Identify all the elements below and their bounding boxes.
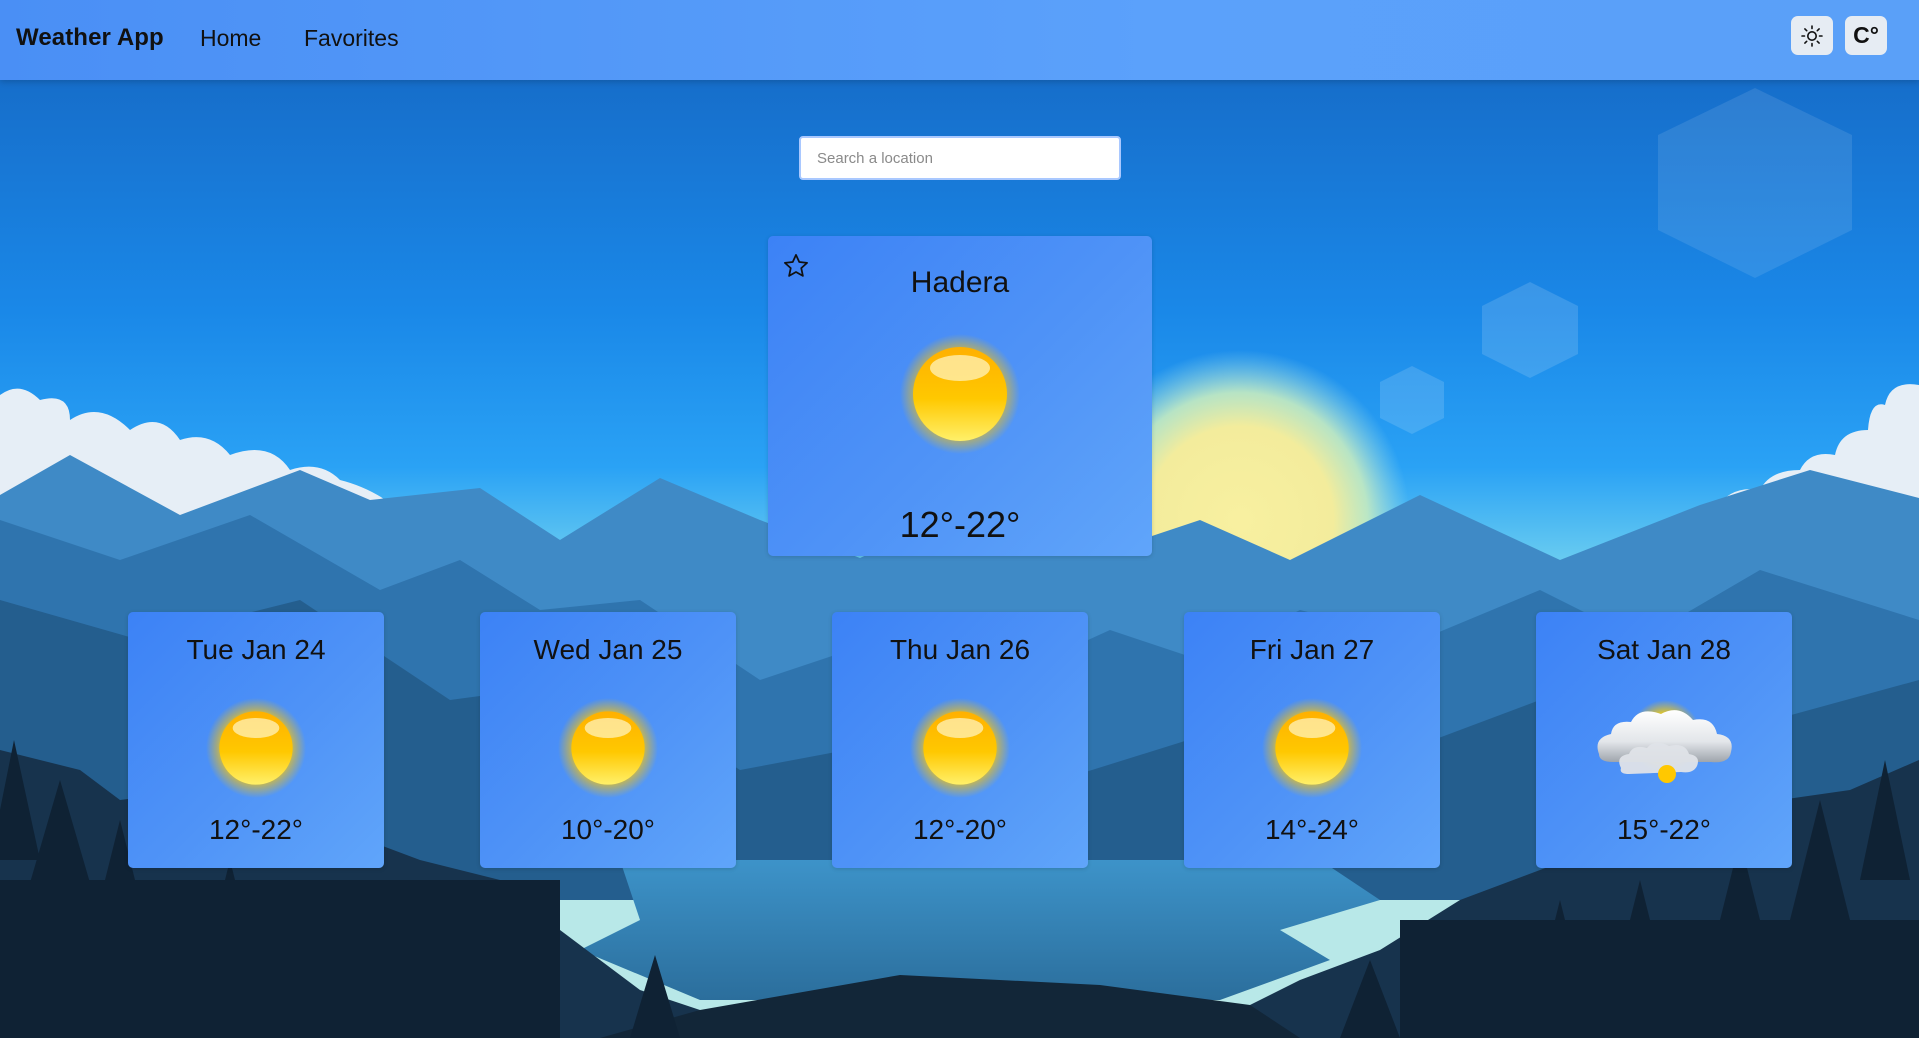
nav-link-favorites[interactable]: Favorites <box>304 25 399 52</box>
forecast-day: Tue Jan 24 <box>186 634 326 665</box>
forecast-temp-range: 14°-24° <box>1264 814 1359 845</box>
forecast-card: Fri Jan 27 14°-24° <box>1184 612 1440 868</box>
forecast-temp-range: 12°-22° <box>208 814 303 845</box>
current-weather-card: Hadera 12°-22° <box>768 236 1152 556</box>
unit-toggle-button[interactable]: C° <box>1845 16 1887 55</box>
forecast-temp-range: 10°-20° <box>560 814 655 845</box>
city-name: Hadera <box>910 266 1010 299</box>
theme-toggle-button[interactable] <box>1791 16 1833 55</box>
forecast-day: Wed Jan 25 <box>533 634 683 665</box>
sun-icon <box>206 698 306 798</box>
forecast-card: Sat Jan 28 15°-22° <box>1536 612 1792 868</box>
forecast-day: Sat Jan 28 <box>1597 634 1731 665</box>
app-brand[interactable]: Weather App <box>16 24 164 52</box>
location-search-input[interactable] <box>799 136 1121 180</box>
sun-icon <box>1801 24 1823 47</box>
nav-link-home[interactable]: Home <box>200 25 261 52</box>
forecast-day: Fri Jan 27 <box>1249 634 1375 665</box>
sun-icon <box>910 698 1010 798</box>
forecast-card: Wed Jan 25 10°-20° <box>480 612 736 868</box>
partly-cloudy-icon <box>1597 700 1732 783</box>
top-navbar: Weather App Home Favorites C° <box>0 0 1919 80</box>
forecast-temp-range: 15°-22° <box>1616 814 1711 845</box>
forecast-day: Thu Jan 26 <box>889 634 1031 665</box>
forecast-card: Thu Jan 26 12°-20° <box>832 612 1088 868</box>
sun-icon <box>1262 698 1362 798</box>
forecast-card: Tue Jan 24 12°-22° <box>128 612 384 868</box>
sun-icon <box>558 698 658 798</box>
forecast-temp-range: 12°-20° <box>912 814 1007 845</box>
sun-icon <box>900 334 1020 454</box>
current-temp-range: 12°-22° <box>899 504 1021 545</box>
